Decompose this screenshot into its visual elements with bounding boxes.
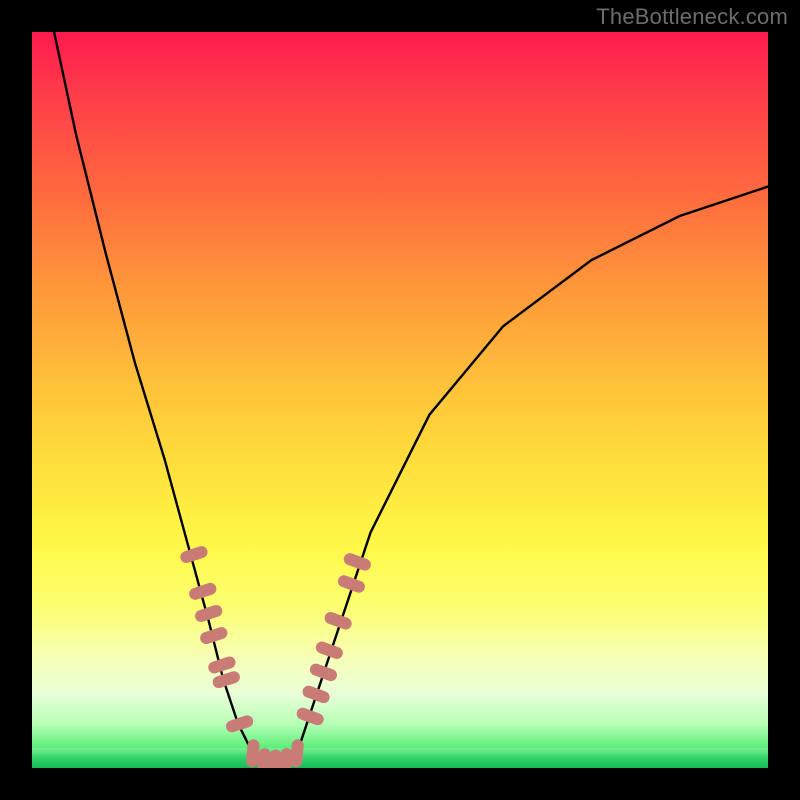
data-marker [179, 545, 209, 565]
data-marker [290, 739, 304, 768]
watermark-text: TheBottleneck.com [596, 4, 788, 30]
bottleneck-curve [54, 32, 768, 764]
data-marker [224, 714, 254, 734]
data-marker [301, 684, 331, 705]
chart-stage: TheBottleneck.com [0, 0, 800, 800]
chart-svg [32, 32, 768, 768]
data-marker [308, 662, 338, 683]
plot-area [32, 32, 768, 768]
data-marker [295, 706, 325, 727]
data-markers-group [179, 545, 373, 768]
